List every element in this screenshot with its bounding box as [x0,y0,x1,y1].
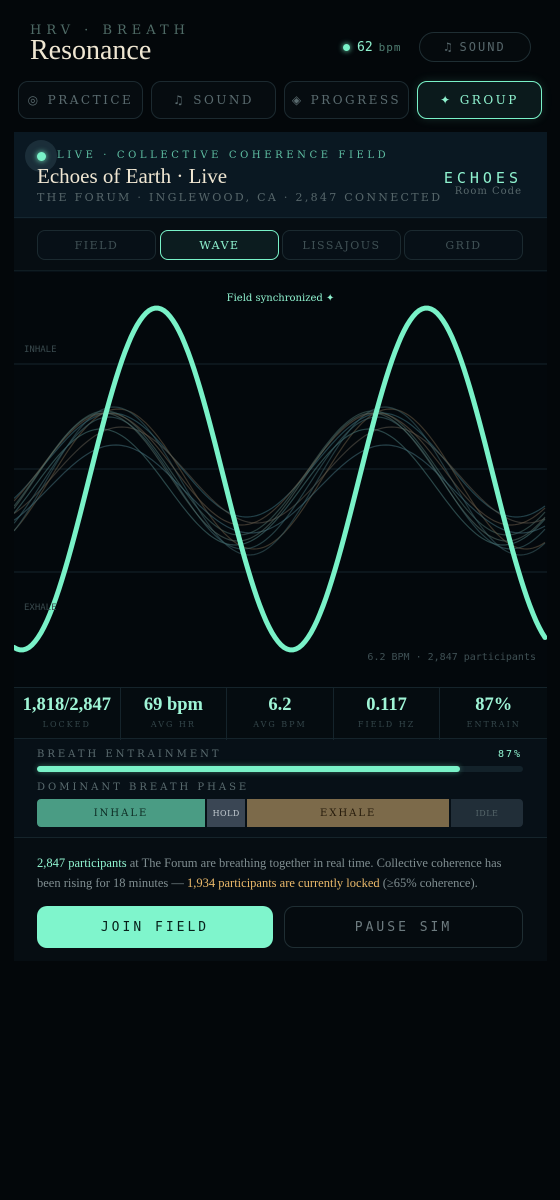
phase-segment-hold: HOLD [207,799,246,827]
phase-distribution-bar: INHALE HOLD EXHALE IDLE [37,799,523,827]
group-session-card: LIVE · COLLECTIVE COHERENCE FIELD Echoes… [14,132,547,961]
music-note-icon: ♫ [444,40,454,54]
wave-footer: 6.2 BPM · 2,847 participants [367,652,536,663]
summary-text: 2,847 participants at The Forum are brea… [37,853,527,893]
session-location: THE FORUM · INGLEWOOD, CA · 2,847 CONNEC… [37,191,443,204]
stat-value: 6.2 [268,695,292,715]
room-code[interactable]: ECHOES [444,169,522,187]
stat-value: 87% [475,695,513,715]
wave-chart [14,305,547,653]
stat-label: FIELD HZ [357,720,416,729]
stat-field-hz: 0.117 FIELD HZ [334,688,441,740]
sparkle-icon: ✦ [440,93,453,107]
phase-segment-exhale: EXHALE [247,799,449,827]
view-tab-wave[interactable]: WAVE [160,230,279,260]
participants-count: 2,847 participants [37,856,127,870]
nav-tab-label: PRACTICE [47,93,134,107]
view-tab-field[interactable]: FIELD [37,230,156,260]
summary-tail: (≥65% coherence). [379,876,478,890]
stats-row: 1,818/2,847 LOCKED 69 bpm AVG HR 6.2 AVG BPM 0… [14,687,547,740]
entrainment-progress [37,766,523,772]
participant-wave [14,412,546,542]
app-title: Resonance [30,35,152,66]
inhale-axis-label: INHALE [24,345,57,355]
room-code-label: Room Code [454,186,522,197]
app-header: HRV · BREATH Resonance 62 bpm ♫ SOUND [0,0,560,76]
session-title: Echoes of Earth · Live [37,164,228,188]
exhale-axis-label: EXHALE [24,603,57,613]
phase-segment-inhale: INHALE [37,799,205,827]
stat-value: 0.117 [366,695,407,715]
phase-label: DOMINANT BREATH PHASE [37,782,250,793]
nav-tab-label: GROUP [459,93,519,107]
nav-tab-label: PROGRESS [310,93,402,107]
summary-panel: 2,847 participants at The Forum are brea… [14,837,547,961]
session-header: LIVE · COLLECTIVE COHERENCE FIELD Echoes… [14,132,547,218]
view-tab-grid[interactable]: GRID [404,230,523,260]
nav-tab-group[interactable]: ✦ GROUP [417,81,542,119]
sound-toggle-button[interactable]: ♫ SOUND [419,32,531,62]
locked-count: 1,934 participants are currently locked [186,876,380,890]
wave-visualization: Field synchronized ✦ INHALE EXHALE 6.2 B… [14,272,547,687]
sound-toggle-label: SOUND [459,40,506,54]
sync-status: Field synchronized ✦ [226,293,335,304]
nav-tab-progress[interactable]: ◈ PROGRESS [284,81,409,119]
nav-tab-sound[interactable]: ♫ SOUND [151,81,276,119]
target-icon: ◎ [27,93,41,107]
stat-value: 1,818/2,847 [22,695,111,715]
join-field-button[interactable]: JOIN FIELD [37,906,273,948]
pause-sim-button[interactable]: PAUSE SIM [284,906,523,948]
stat-value: 69 bpm [143,695,203,715]
nav-tab-label: SOUND [193,93,255,107]
music-note-icon: ♫ [172,93,187,107]
bpm-value: 62 [357,39,373,55]
stat-locked: 1,818/2,847 LOCKED [14,688,121,740]
participant-wave [14,406,546,556]
nav-tab-practice[interactable]: ◎ PRACTICE [18,81,143,119]
stat-label: LOCKED [42,720,91,729]
entrainment-label: BREATH ENTRAINMENT [37,749,222,760]
view-tabs: FIELD WAVE LISSAJOUS GRID [14,219,547,271]
stat-label: AVG HR [150,720,196,729]
stat-entrain: 87% ENTRAIN [440,688,547,740]
entrainment-progress-fill [37,766,460,772]
stat-label: AVG BPM [253,720,307,729]
live-label: LIVE · COLLECTIVE COHERENCE FIELD [57,150,390,161]
view-tab-lissajous[interactable]: LISSAJOUS [282,230,401,260]
heartbeat-dot-icon [343,43,350,51]
bpm-unit: bpm [378,40,402,54]
stat-avg-bpm: 6.2 AVG BPM [227,688,334,740]
entrainment-percent: 87% [497,749,522,760]
stat-label: ENTRAIN [466,720,521,729]
participant-wave [14,428,546,546]
field-wave [14,305,547,653]
diamond-icon: ◈ [291,93,304,107]
live-indicator-icon [37,152,46,161]
bpm-readout: 62 bpm [343,38,402,56]
phase-segment-idle: IDLE [451,799,523,827]
stat-avg-hr: 69 bpm AVG HR [121,688,228,740]
main-nav: ◎ PRACTICE ♫ SOUND ◈ PROGRESS ✦ GROUP [18,81,542,119]
